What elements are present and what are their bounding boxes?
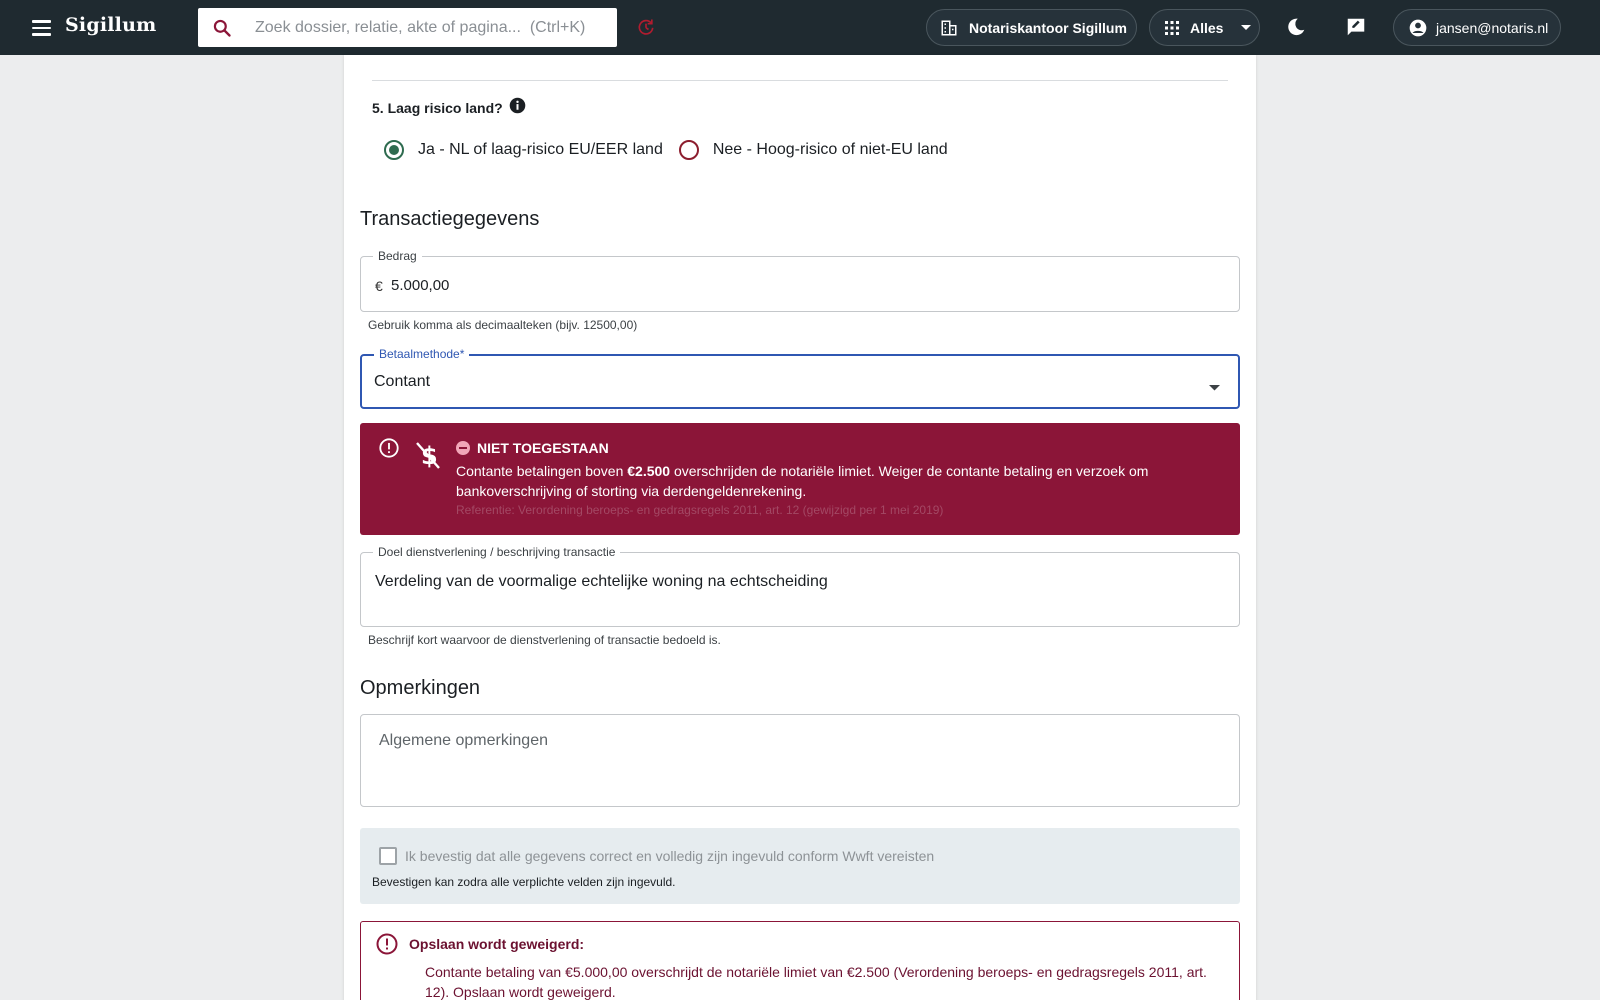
search-bar[interactable]: [198, 8, 617, 47]
confirm-checkbox-row: Ik bevestig dat alle gegevens correct en…: [379, 847, 934, 865]
office-label: Notariskantoor Sigillum: [969, 19, 1127, 36]
alert-circle-icon: [378, 437, 400, 464]
betaalmethode-label: Betaalmethode*: [374, 347, 470, 361]
confirm-checkbox[interactable]: [379, 847, 397, 865]
alert-title: NIET TOEGESTAAN: [477, 440, 609, 456]
radio-unselected-indicator: [678, 140, 699, 160]
account-icon: [1408, 18, 1428, 38]
chevron-down-icon[interactable]: [1209, 378, 1220, 396]
opmerkingen-textarea[interactable]: [379, 732, 1219, 792]
confirm-sub-text: Bevestigen kan zodra alle verplichte vel…: [372, 875, 676, 889]
user-email: jansen@notaris.nl: [1436, 19, 1549, 36]
save-error-box: Opslaan wordt geweigerd: Contante betali…: [360, 921, 1240, 1000]
scope-label: Alles: [1190, 19, 1224, 36]
office-selector-button[interactable]: Notariskantoor Sigillum: [926, 9, 1137, 46]
scope-selector-button[interactable]: Alles: [1149, 9, 1260, 46]
bedrag-field[interactable]: Bedrag € 5.000,00: [360, 249, 1240, 312]
confirm-label: Ik bevestig dat alle gegevens correct en…: [405, 848, 935, 864]
alert-reference: Referentie: Verordening beroeps- en gedr…: [456, 503, 944, 517]
section-title-opmerkingen: Opmerkingen: [360, 677, 481, 699]
section-title-transactiegegevens: Transactiegegevens: [360, 208, 540, 230]
no-dollar-icon: $: [415, 440, 441, 475]
alert-message-part1: Contante betalingen boven: [456, 463, 628, 479]
feedback-icon[interactable]: [1345, 16, 1367, 43]
betaalmethode-value: Contant: [374, 373, 431, 390]
app-title[interactable]: Sigillum: [65, 14, 156, 36]
search-input[interactable]: [255, 8, 605, 47]
info-icon[interactable]: [509, 97, 526, 114]
risk-country-radio-group: Ja - NL of laag-risico EU/EER land Nee -…: [384, 140, 948, 160]
divider: [372, 80, 1228, 81]
search-icon: [212, 18, 232, 43]
stop-icon: [456, 441, 470, 455]
apps-grid-icon: [1164, 20, 1180, 36]
bedrag-label: Bedrag: [373, 249, 422, 263]
bedrag-input[interactable]: 5.000,00: [391, 277, 449, 294]
opmerkingen-field[interactable]: [360, 714, 1240, 807]
radio-nee-high-risk[interactable]: Nee - Hoog-risico of niet-EU land: [678, 140, 948, 160]
chevron-down-icon: [1241, 24, 1252, 31]
question-5-text: 5. Laag risico land?: [372, 100, 503, 116]
doel-hint: Beschrijf kort waarvoor de dienstverleni…: [368, 633, 721, 647]
menu-icon[interactable]: [28, 14, 56, 42]
alert-title-row: NIET TOEGESTAAN: [456, 440, 609, 456]
doel-label: Doel dienstverlening / beschrijving tran…: [373, 545, 621, 559]
radio-ja-low-risk[interactable]: Ja - NL of laag-risico EU/EER land: [384, 140, 663, 160]
bedrag-hint: Gebruik komma als decimaalteken (bijv. 1…: [368, 318, 638, 332]
user-menu-button[interactable]: jansen@notaris.nl: [1393, 9, 1561, 46]
alert-message-limit: €2.500: [627, 463, 671, 479]
question-5-label: 5. Laag risico land?: [372, 97, 526, 116]
cash-limit-alert: $ NIET TOEGESTAAN Contante betalingen bo…: [360, 423, 1240, 535]
top-bar: Sigillum Notariskantoor Sigillum Alles: [0, 0, 1600, 55]
radio-selected-indicator: [384, 140, 404, 160]
doel-field[interactable]: Doel dienstverlening / beschrijving tran…: [360, 545, 1240, 627]
building-icon: [940, 19, 958, 37]
radio-ja-label: Ja - NL of laag-risico EU/EER land: [418, 141, 663, 158]
moon-icon[interactable]: [1285, 16, 1307, 43]
alert-message: Contante betalingen boven €2.500 oversch…: [456, 461, 1226, 501]
confirm-panel: Ik bevestig dat alle gegevens correct en…: [360, 828, 1240, 904]
save-error-message: Contante betaling van €5.000,00 overschr…: [425, 964, 1207, 1000]
form-card: 5. Laag risico land? Ja - NL of laag-ris…: [344, 55, 1256, 1000]
radio-nee-label: Nee - Hoog-risico of niet-EU land: [712, 141, 948, 158]
alert-circle-icon: [375, 932, 399, 961]
reload-icon[interactable]: [636, 17, 656, 42]
doel-input[interactable]: Verdeling van de voormalige echtelijke w…: [375, 573, 828, 591]
currency-symbol: €: [375, 278, 383, 294]
betaalmethode-select[interactable]: Betaalmethode* Contant: [360, 347, 1240, 409]
save-error-title: Opslaan wordt geweigerd:: [409, 936, 585, 952]
